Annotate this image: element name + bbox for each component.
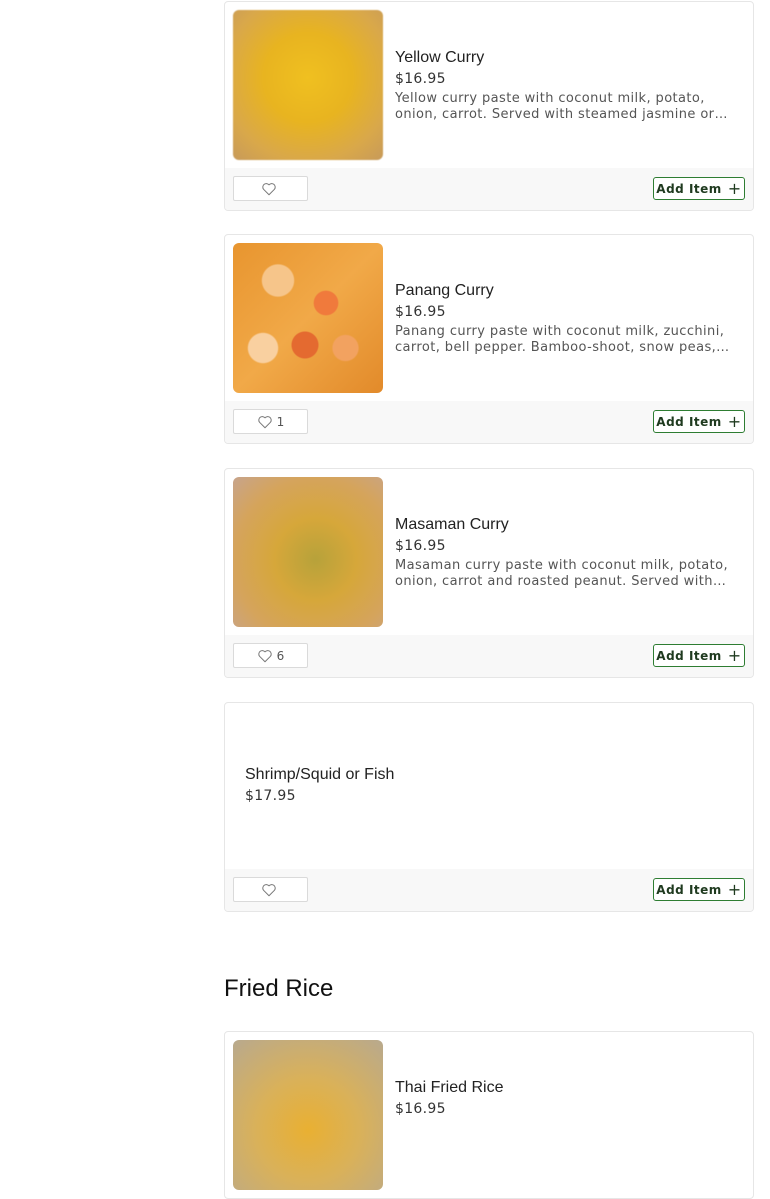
add-item-button[interactable]: Add Item + (653, 878, 745, 901)
item-price: $16.95 (395, 538, 446, 554)
heart-icon (261, 883, 276, 896)
menu-item-card[interactable]: Thai Fried Rice $16.95 (224, 1031, 754, 1199)
plus-icon: + (727, 411, 742, 431)
add-item-label: Add Item (656, 181, 722, 196)
add-item-label: Add Item (656, 882, 722, 897)
heart-icon (257, 649, 272, 662)
item-price: $16.95 (395, 71, 446, 87)
section-title: Fried Rice (224, 975, 334, 1002)
menu-item-card[interactable]: Yellow Curry $16.95 Yellow curry paste w… (224, 1, 754, 211)
item-image[interactable] (233, 10, 383, 160)
item-description: Panang curry paste with coconut milk, zu… (395, 324, 725, 355)
like-count: 6 (276, 648, 285, 663)
add-item-button[interactable]: Add Item + (653, 177, 745, 200)
item-image[interactable] (233, 243, 383, 393)
menu-item-card[interactable]: Masaman Curry $16.95 Masaman curry paste… (224, 468, 754, 678)
plus-icon: + (727, 645, 742, 665)
like-button[interactable] (233, 877, 308, 902)
item-description: Yellow curry paste with coconut milk, po… (395, 91, 715, 122)
like-count: 1 (276, 414, 285, 429)
add-item-button[interactable]: Add Item + (653, 644, 745, 667)
item-name: Panang Curry (395, 282, 494, 299)
item-price: $17.95 (245, 788, 296, 804)
menu-item-card[interactable]: Panang Curry $16.95 Panang curry paste w… (224, 234, 754, 444)
heart-icon (257, 415, 272, 428)
item-name: Shrimp/Squid or Fish (245, 766, 395, 783)
item-price: $16.95 (395, 1101, 446, 1117)
add-item-button[interactable]: Add Item + (653, 410, 745, 433)
item-image[interactable] (233, 477, 383, 627)
like-button[interactable] (233, 176, 308, 201)
item-name: Masaman Curry (395, 516, 509, 533)
like-button[interactable]: 1 (233, 409, 308, 434)
heart-icon (261, 182, 276, 195)
add-item-label: Add Item (656, 414, 722, 429)
plus-icon: + (727, 879, 742, 899)
add-item-label: Add Item (656, 648, 722, 663)
item-image[interactable] (233, 1040, 383, 1190)
item-price: $16.95 (395, 304, 446, 320)
item-name: Yellow Curry (395, 49, 485, 66)
like-button[interactable]: 6 (233, 643, 308, 668)
plus-icon: + (727, 178, 742, 198)
item-name: Thai Fried Rice (395, 1079, 504, 1096)
item-description: Masaman curry paste with coconut milk, p… (395, 558, 728, 589)
menu-item-card[interactable]: Shrimp/Squid or Fish $17.95 Add Item + (224, 702, 754, 912)
